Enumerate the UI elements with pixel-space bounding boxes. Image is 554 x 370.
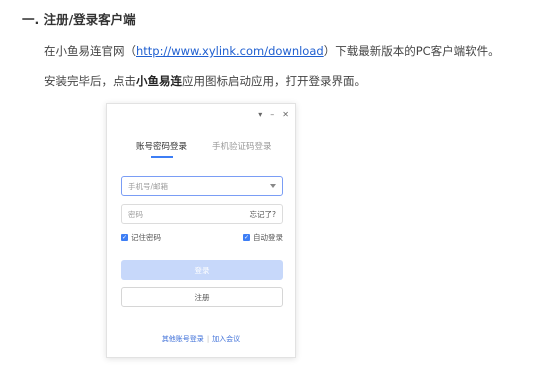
register-button[interactable]: 注册 xyxy=(121,287,283,307)
tab-password-login[interactable]: 账号密码登录 xyxy=(136,140,187,152)
download-text-before: 在小鱼易连官网（ xyxy=(44,44,136,58)
login-button[interactable]: 登录 xyxy=(121,260,283,280)
remember-password-label: 记住密码 xyxy=(131,233,161,242)
tab-sms-login[interactable]: 手机验证码登录 xyxy=(212,140,272,152)
password-placeholder: 密码 xyxy=(128,209,143,219)
section-heading: 一. 注册/登录客户端 xyxy=(22,12,136,27)
auto-login-label: 自动登录 xyxy=(253,233,283,242)
install-paragraph: 安装完毕后，点击小鱼易连应用图标启动应用，打开登录界面。 xyxy=(44,73,366,89)
forgot-password-link[interactable]: 忘记了? xyxy=(250,209,276,220)
account-input[interactable]: 手机号/邮箱 xyxy=(121,176,283,196)
download-text-after: ）下载最新版本的PC客户端软件。 xyxy=(323,44,500,58)
dropdown-menu-icon[interactable]: ▾ xyxy=(258,110,262,119)
close-icon[interactable]: ✕ xyxy=(282,110,289,119)
checkbox-checked-icon: ✓ xyxy=(243,234,250,241)
app-name-bold: 小鱼易连 xyxy=(136,74,182,88)
install-text-after: 应用图标启动应用，打开登录界面。 xyxy=(182,74,366,88)
login-tabs: 账号密码登录 手机验证码登录 xyxy=(107,140,295,156)
login-footer: 其他账号登录 | 加入会议 xyxy=(107,334,295,344)
login-window: ▾ – ✕ 账号密码登录 手机验证码登录 手机号/邮箱 密码 忘记了? ✓ 记住… xyxy=(106,103,296,358)
window-controls: ▾ – ✕ xyxy=(258,110,289,119)
join-meeting-link[interactable]: 加入会议 xyxy=(212,335,240,343)
minimize-icon[interactable]: – xyxy=(270,110,274,119)
checkbox-checked-icon: ✓ xyxy=(121,234,128,241)
remember-password-checkbox[interactable]: ✓ 记住密码 xyxy=(121,232,161,243)
download-link[interactable]: http://www.xylink.com/download xyxy=(136,44,324,58)
install-text-before: 安装完毕后，点击 xyxy=(44,74,136,88)
account-placeholder: 手机号/邮箱 xyxy=(128,181,169,191)
chevron-down-icon[interactable] xyxy=(270,184,276,188)
options-row: ✓ 记住密码 ✓ 自动登录 xyxy=(121,232,283,242)
auto-login-checkbox[interactable]: ✓ 自动登录 xyxy=(243,232,283,243)
footer-separator: | xyxy=(206,335,210,343)
download-paragraph: 在小鱼易连官网（http://www.xylink.com/download）下… xyxy=(44,43,500,59)
other-account-login-link[interactable]: 其他账号登录 xyxy=(162,335,204,343)
password-input[interactable]: 密码 忘记了? xyxy=(121,204,283,224)
